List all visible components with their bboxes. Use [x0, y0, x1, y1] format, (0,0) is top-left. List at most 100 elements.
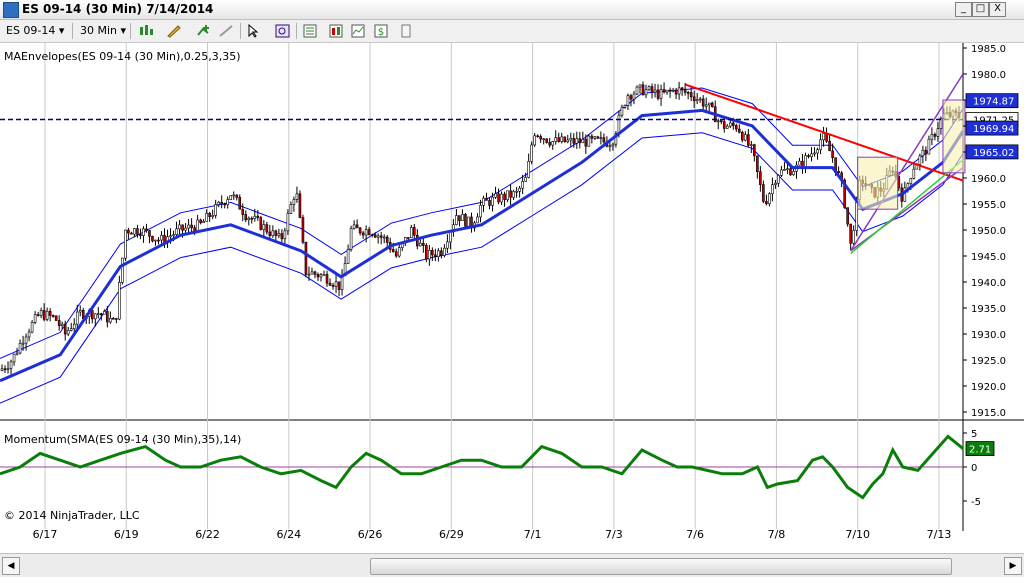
candle-body [66, 330, 70, 335]
interval-selector[interactable]: 30 Min ▾ [80, 23, 126, 39]
x-tick-label: 6/26 [358, 528, 383, 541]
candle-body [406, 237, 410, 239]
x-tick-label: 7/1 [524, 528, 542, 541]
candle-body [728, 122, 732, 127]
candle-body [560, 136, 564, 142]
cursor-icon[interactable] [246, 24, 262, 38]
candle-body [358, 227, 362, 234]
candle-body [683, 88, 687, 93]
price-tick-label: 1940.0 [971, 278, 1006, 289]
toolbar-divider [240, 23, 241, 39]
zoom-icon[interactable] [275, 24, 291, 38]
candle-body [238, 197, 242, 210]
analyzer-icon[interactable] [350, 24, 366, 38]
candle-body [587, 135, 591, 147]
candle-body [280, 233, 284, 240]
candle-body [846, 207, 849, 225]
candle-body [641, 84, 645, 96]
candle-body [828, 140, 831, 152]
candle-body [190, 224, 193, 229]
chart-style-icon[interactable] [138, 24, 154, 38]
candle-body [798, 160, 801, 166]
minimize-button[interactable]: _ [955, 2, 972, 17]
candle-body [810, 153, 813, 157]
candle-body [446, 241, 449, 249]
candle-body [783, 169, 786, 171]
candle-body [361, 232, 365, 236]
ma-lower-value-label: 1965.02 [973, 148, 1014, 159]
candle-body [831, 150, 834, 158]
candle-body [647, 86, 651, 91]
candle-body [415, 234, 419, 247]
candle-body [524, 177, 527, 182]
candle-body [63, 323, 67, 335]
candle-body [295, 193, 299, 200]
properties-icon[interactable] [302, 24, 318, 38]
candle-body [822, 133, 825, 141]
candle-body [731, 122, 735, 126]
x-tick-label: 7/6 [686, 528, 704, 541]
candle-body [617, 114, 621, 134]
candle-body [307, 273, 311, 276]
momentum-value-label: 2.71 [969, 445, 991, 456]
candle-body [539, 136, 542, 140]
dollar-icon[interactable]: $ [373, 24, 389, 38]
candle-body [247, 217, 251, 221]
strategy-icon[interactable] [218, 24, 234, 38]
candle-body [250, 217, 254, 220]
price-tick-label: 1920.0 [971, 382, 1006, 393]
maximize-button[interactable]: □ [972, 2, 989, 17]
candle-body [57, 320, 61, 326]
attach-icon[interactable] [398, 24, 414, 38]
candle-body [677, 87, 681, 95]
candle-body [130, 232, 133, 235]
price-tick-label: 1945.0 [971, 252, 1006, 263]
candle-body [319, 274, 323, 278]
candle-body [331, 284, 335, 287]
instrument-label: ES 09-14 [6, 24, 56, 37]
candle-body [373, 234, 377, 238]
candle-body [659, 89, 663, 99]
price-tick-label: 1935.0 [971, 304, 1006, 315]
candle-body [437, 250, 440, 257]
candle-body [458, 215, 461, 221]
candle-body [304, 241, 308, 275]
candle-body [301, 217, 305, 243]
instrument-selector[interactable]: ES 09-14 ▾ [6, 23, 64, 39]
candle-body [762, 184, 765, 202]
candle-body [90, 310, 94, 320]
scroll-left-icon[interactable]: ◀ [2, 557, 20, 575]
candle-body [852, 230, 855, 244]
candle-body [518, 187, 521, 192]
x-tick-label: 7/3 [605, 528, 623, 541]
candle-body [367, 229, 371, 235]
candle-body [75, 311, 79, 325]
close-button[interactable]: X [989, 2, 1006, 17]
x-tick-label: 7/8 [768, 528, 786, 541]
candle-body [497, 193, 500, 203]
app-icon [3, 2, 19, 18]
candle-body [786, 168, 789, 171]
candle-body [391, 249, 395, 253]
candle-body [551, 141, 555, 146]
drawing-tool-icon[interactable] [166, 24, 182, 38]
price-chart[interactable]: 6/17 6/19 6/22 6/24 6/26 6/29 7/1 7/3 7/6 7/8 7/10… [0, 43, 1024, 553]
data-box-icon[interactable] [328, 24, 344, 38]
add-indicator-icon[interactable] [195, 24, 211, 38]
x-tick-label: 6/29 [439, 528, 464, 541]
scroll-thumb[interactable] [370, 558, 952, 575]
candle-body [78, 310, 82, 313]
momentum-tick-label: -5 [971, 497, 981, 508]
candle-body [235, 194, 239, 198]
toolbar-divider [130, 23, 131, 39]
scroll-right-icon[interactable]: ▶ [1004, 557, 1022, 575]
window-titlebar: ES 09-14 (30 Min) 7/14/2014 _ □ X [0, 0, 1024, 20]
candle-body [521, 181, 524, 189]
horizontal-scrollbar[interactable]: ◀ ▶ [0, 553, 1024, 577]
candle-body [819, 139, 822, 151]
candle-body [268, 231, 272, 237]
candle-body [133, 228, 136, 235]
candle-body [566, 139, 570, 143]
candle-body [750, 144, 753, 146]
toolbar-divider [72, 23, 73, 39]
